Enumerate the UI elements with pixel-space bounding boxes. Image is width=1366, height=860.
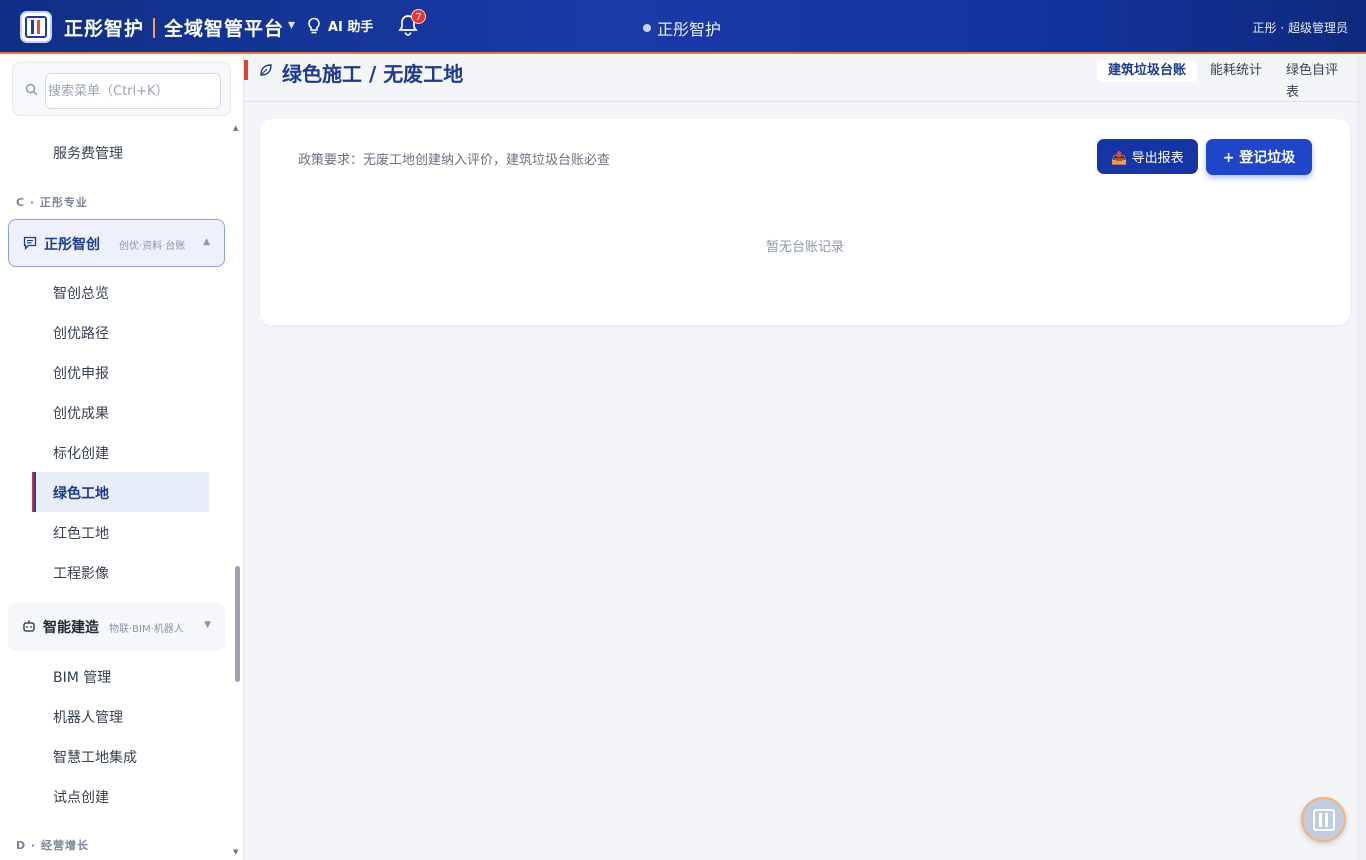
sidebar-item-images[interactable]: 工程影像 bbox=[53, 563, 109, 583]
sidebar-item-overview[interactable]: 智创总览 bbox=[53, 283, 109, 303]
sidebar-item-path[interactable]: 创优路径 bbox=[53, 323, 109, 343]
tab-waste-ledger[interactable]: 建筑垃圾台账 bbox=[1097, 60, 1198, 82]
sidebar-item-green-site[interactable]: 绿色工地 bbox=[53, 483, 109, 503]
empty-state-text: 暂无台账记录 bbox=[765, 240, 844, 255]
sidebar-item-smart-site[interactable]: 智慧工地集成 bbox=[53, 747, 137, 767]
sidebar-item-robot[interactable]: 机器人管理 bbox=[53, 707, 123, 727]
page-header: 绿色施工 / 无废工地 建筑垃圾台账 能耗统计 绿色自评表 bbox=[244, 56, 1358, 102]
header-accent-bar bbox=[244, 60, 248, 80]
scroll-down-arrow-icon[interactable]: ▼ bbox=[233, 848, 238, 856]
sidebar-item-apply[interactable]: 创优申报 bbox=[53, 363, 109, 383]
sidebar-group-smart-build[interactable]: 智能建造 物联·BIM·机器人 ▼ bbox=[8, 603, 225, 651]
robot-icon bbox=[23, 620, 35, 632]
ai-assistant-button[interactable]: AI 助手 bbox=[306, 16, 373, 35]
sidebar-item-standard[interactable]: 标化创建 bbox=[53, 443, 109, 463]
platform-dropdown-caret-icon[interactable]: ▾ bbox=[288, 17, 295, 33]
leaf-icon bbox=[260, 64, 272, 76]
brand-name: 正彤智护 bbox=[64, 18, 145, 40]
group-title: 智能建造 bbox=[43, 620, 99, 636]
sidebar-group-zhichuang[interactable]: 正彤智创 创优·资料·台账 ▲ bbox=[8, 219, 225, 267]
search-icon bbox=[25, 83, 38, 96]
top-bar: 正彤智护 全域智管平台 ▾ AI 助手 7 正彤智护 正彤 · 超级管理员 bbox=[0, 0, 1366, 54]
group-title: 正彤智创 bbox=[44, 237, 100, 253]
register-waste-button[interactable]: + 登记垃圾 bbox=[1206, 139, 1312, 175]
lightbulb-icon bbox=[308, 17, 320, 33]
sidebar: ▲ ▼ 服务费管理 C · 正彤专业 正彤智创 创优·资料·台账 ▲ 智创总览 … bbox=[0, 56, 244, 860]
section-label-d: D · 经营增长 bbox=[16, 839, 89, 852]
sidebar-active-marker bbox=[32, 472, 34, 512]
menu-search bbox=[12, 62, 231, 116]
section-label-c: C · 正彤专业 bbox=[16, 196, 88, 209]
center-title: 正彤智护 bbox=[643, 16, 721, 40]
page-scrollbar-track[interactable] bbox=[1358, 56, 1366, 860]
tab-green-self-eval[interactable]: 绿色自评表 bbox=[1275, 60, 1358, 100]
message-square-icon bbox=[23, 236, 37, 250]
scroll-up-arrow-icon[interactable]: ▲ bbox=[233, 124, 238, 132]
group-expand-caret-icon: ▼ bbox=[204, 620, 211, 630]
brand-logo-icon[interactable] bbox=[20, 11, 52, 43]
export-report-button[interactable]: 📤 导出报表 bbox=[1097, 139, 1198, 174]
sidebar-scrollbar[interactable] bbox=[235, 566, 240, 682]
menu-search-input[interactable] bbox=[45, 73, 221, 109]
brand-title[interactable]: 正彤智护 全域智管平台 bbox=[64, 14, 284, 41]
group-collapse-caret-icon: ▲ bbox=[203, 237, 210, 247]
sidebar-item-pilot[interactable]: 试点创建 bbox=[53, 787, 109, 807]
ledger-card: 政策要求：无废工地创建纳入评价，建筑垃圾台账必查 📤 导出报表 + 登记垃圾 暂… bbox=[260, 119, 1350, 325]
group-subtitle: 创优·资料·台账 bbox=[119, 241, 186, 252]
platform-name: 全域智管平台 bbox=[164, 18, 285, 40]
policy-requirement-text: 政策要求：无废工地创建纳入评价，建筑垃圾台账必查 bbox=[298, 153, 611, 168]
tab-energy-stats[interactable]: 能耗统计 bbox=[1199, 60, 1273, 82]
floating-assistant-logo-icon[interactable] bbox=[1301, 797, 1346, 842]
group-subtitle: 物联·BIM·机器人 bbox=[109, 624, 184, 635]
sidebar-item-results[interactable]: 创优成果 bbox=[53, 403, 109, 423]
sidebar-item-service-fee[interactable]: 服务费管理 bbox=[53, 143, 123, 163]
page-title: 绿色施工 / 无废工地 bbox=[282, 62, 464, 86]
ai-assistant-label: AI 助手 bbox=[328, 20, 374, 35]
brand-separator bbox=[153, 17, 156, 38]
status-dot-icon bbox=[643, 24, 651, 32]
sidebar-item-bim[interactable]: BIM 管理 bbox=[53, 667, 111, 687]
sidebar-item-red-site[interactable]: 红色工地 bbox=[53, 523, 109, 543]
center-title-text: 正彤智护 bbox=[657, 20, 722, 39]
user-menu[interactable]: 正彤 · 超级管理员 bbox=[1253, 19, 1348, 36]
notification-count-badge: 7 bbox=[411, 9, 426, 24]
